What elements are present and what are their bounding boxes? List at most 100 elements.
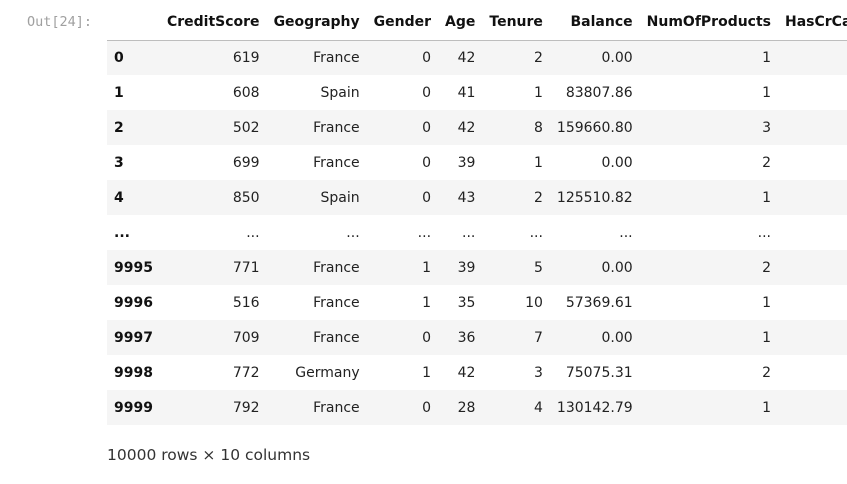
column-header-numofproducts: NumOfProducts	[639, 5, 778, 41]
cell-creditscore: 699	[232, 154, 260, 171]
cell-numofproducts: 2	[762, 364, 771, 381]
cell-creditscore: 709	[232, 329, 260, 346]
cell-tenure: 8	[534, 119, 543, 136]
cell-geography: France	[313, 294, 360, 311]
index-header	[107, 5, 160, 41]
cell-numofproducts: 1	[762, 329, 771, 346]
cell-balance: 0.00	[601, 329, 633, 346]
cell-creditscore: 502	[232, 119, 260, 136]
cell-age: 39	[457, 154, 476, 171]
cell-creditscore: 850	[232, 189, 260, 206]
cell-geography: ...	[346, 224, 360, 241]
cell-balance: ...	[619, 224, 633, 241]
row-index: 3	[114, 154, 124, 171]
cell-hascrcard: 1	[778, 285, 847, 320]
table-row: 1608Spain041183807.8610	[107, 75, 847, 110]
cell-geography: France	[313, 329, 360, 346]
cell-geography: France	[313, 49, 360, 66]
row-index: 0	[114, 49, 124, 66]
dataframe-table: CreditScore Geography Gender Age Tenure …	[107, 5, 847, 425]
header-row: CreditScore Geography Gender Age Tenure …	[107, 5, 847, 41]
cell-gender: 1	[422, 294, 432, 311]
cell-tenure: 7	[534, 329, 543, 346]
cell-hascrcard: 1	[778, 110, 847, 145]
cell-geography: Spain	[320, 84, 360, 101]
cell-geography: France	[313, 119, 360, 136]
row-index: 9996	[114, 294, 153, 311]
cell-numofproducts: 1	[762, 189, 771, 206]
cell-hascrcard: 1	[778, 40, 847, 75]
column-header-balance: Balance	[549, 5, 640, 41]
cell-geography: France	[313, 154, 360, 171]
cell-age: 28	[457, 399, 476, 416]
cell-geography: Spain	[320, 189, 360, 206]
cell-age: 35	[457, 294, 476, 311]
table-row: 3699France03910.0020	[107, 145, 847, 180]
cell-gender: 0	[422, 329, 432, 346]
table-row: 9995771France13950.0021	[107, 250, 847, 285]
cell-age: 42	[457, 49, 476, 66]
cell-numofproducts: 1	[762, 49, 771, 66]
cell-tenure: 10	[525, 294, 543, 311]
row-index: 4	[114, 189, 124, 206]
cell-age: 43	[457, 189, 476, 206]
cell-creditscore: 516	[232, 294, 260, 311]
cell-balance: 130142.79	[556, 399, 633, 416]
cell-gender: 0	[422, 189, 432, 206]
cell-hascrcard: 1	[778, 355, 847, 390]
column-header-creditscore: CreditScore	[159, 5, 267, 41]
table-row: 9996516France1351057369.6111	[107, 285, 847, 320]
dataframe-shape-summary: 10000 rows × 10 columns	[107, 446, 311, 464]
cell-tenure: 1	[534, 154, 543, 171]
cell-hascrcard: 0	[778, 145, 847, 180]
row-index: 9998	[114, 364, 153, 381]
cell-balance: 0.00	[601, 154, 633, 171]
cell-balance: 0.00	[601, 259, 633, 276]
cell-balance: 159660.80	[556, 119, 633, 136]
row-index: 9995	[114, 259, 153, 276]
cell-gender: 1	[422, 364, 432, 381]
cell-numofproducts: 1	[762, 399, 771, 416]
cell-age: 41	[457, 84, 476, 101]
table-row: 9999 792 France 0 28 4 130142.79 11	[107, 390, 847, 425]
cell-geography: Germany	[295, 364, 360, 381]
table-row: 2 502 France 0 42 8 159660.80 31	[107, 110, 847, 145]
cell-balance: 57369.61	[565, 294, 633, 311]
output-prompt: Out[24]:	[27, 14, 93, 30]
cell-age: 36	[457, 329, 476, 346]
table-row: ...........................	[107, 215, 847, 250]
column-header-hascrcard: HasCrCard	[778, 5, 847, 41]
cell-gender: 0	[422, 49, 432, 66]
column-header-age: Age	[438, 5, 483, 41]
dataframe-output: CreditScore Geography Gender Age Tenure …	[107, 5, 847, 425]
cell-age: ...	[462, 224, 476, 241]
column-header-geography: Geography	[266, 5, 367, 41]
cell-geography: France	[313, 399, 360, 416]
cell-creditscore: 792	[232, 399, 260, 416]
cell-balance: 75075.31	[565, 364, 633, 381]
cell-creditscore: 608	[232, 84, 260, 101]
cell-numofproducts: 1	[762, 84, 771, 101]
cell-tenure: 5	[534, 259, 543, 276]
cell-geography: France	[313, 259, 360, 276]
cell-numofproducts: 1	[762, 294, 771, 311]
cell-numofproducts: 2	[762, 154, 771, 171]
cell-hascrcard: 0	[778, 320, 847, 355]
cell-gender: 0	[422, 154, 432, 171]
cell-tenure: 4	[534, 399, 543, 416]
row-index: 9999	[114, 399, 153, 416]
cell-tenure: 2	[534, 49, 543, 66]
cell-balance: 0.00	[601, 49, 633, 66]
cell-tenure: ...	[529, 224, 543, 241]
row-index: 9997	[114, 329, 153, 346]
cell-numofproducts: 2	[762, 259, 771, 276]
cell-gender: 0	[422, 399, 432, 416]
cell-balance: 125510.82	[556, 189, 633, 206]
cell-age: 42	[457, 119, 476, 136]
cell-hascrcard: 1	[778, 390, 847, 425]
cell-tenure: 3	[534, 364, 543, 381]
table-row: 4 850 Spain 0 43 2 125510.82 11	[107, 180, 847, 215]
cell-gender: 1	[422, 259, 432, 276]
cell-balance: 83807.86	[565, 84, 633, 101]
row-index: ...	[114, 224, 130, 241]
